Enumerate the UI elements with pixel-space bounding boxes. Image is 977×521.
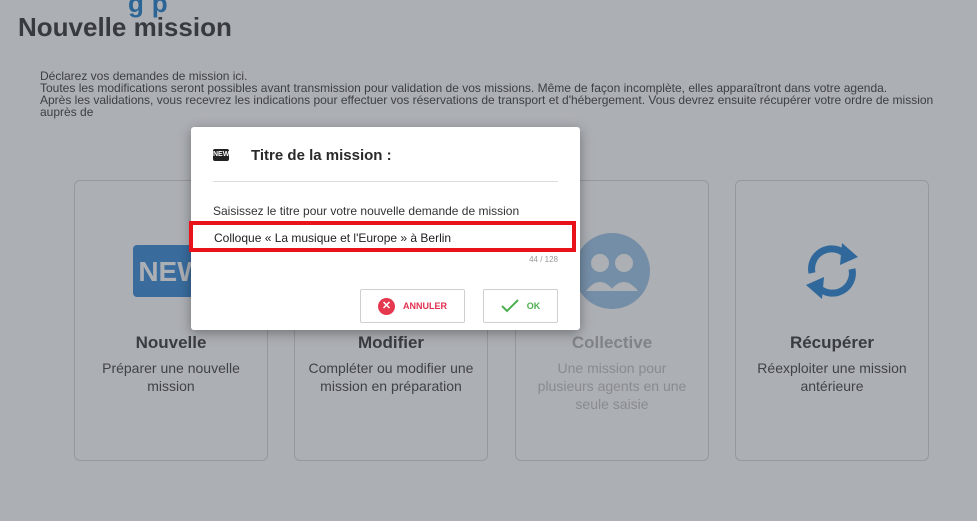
new-badge-icon: NEW (213, 149, 229, 161)
character-counter: 44 / 128 (529, 255, 558, 264)
ok-button[interactable]: OK (483, 289, 558, 323)
mission-title-dialog: NEW Titre de la mission : Saisissez le t… (191, 127, 580, 330)
dialog-title: Titre de la mission : (251, 147, 392, 164)
cancel-label: ANNULER (403, 301, 447, 311)
cancel-button[interactable]: ✕ ANNULER (360, 289, 465, 323)
mission-title-input[interactable] (213, 227, 558, 249)
ok-label: OK (526, 301, 541, 311)
dialog-header: NEW Titre de la mission : (213, 147, 558, 182)
check-icon (501, 299, 519, 313)
field-label: Saisissez le titre pour votre nouvelle d… (213, 204, 520, 218)
close-icon: ✕ (378, 297, 395, 315)
